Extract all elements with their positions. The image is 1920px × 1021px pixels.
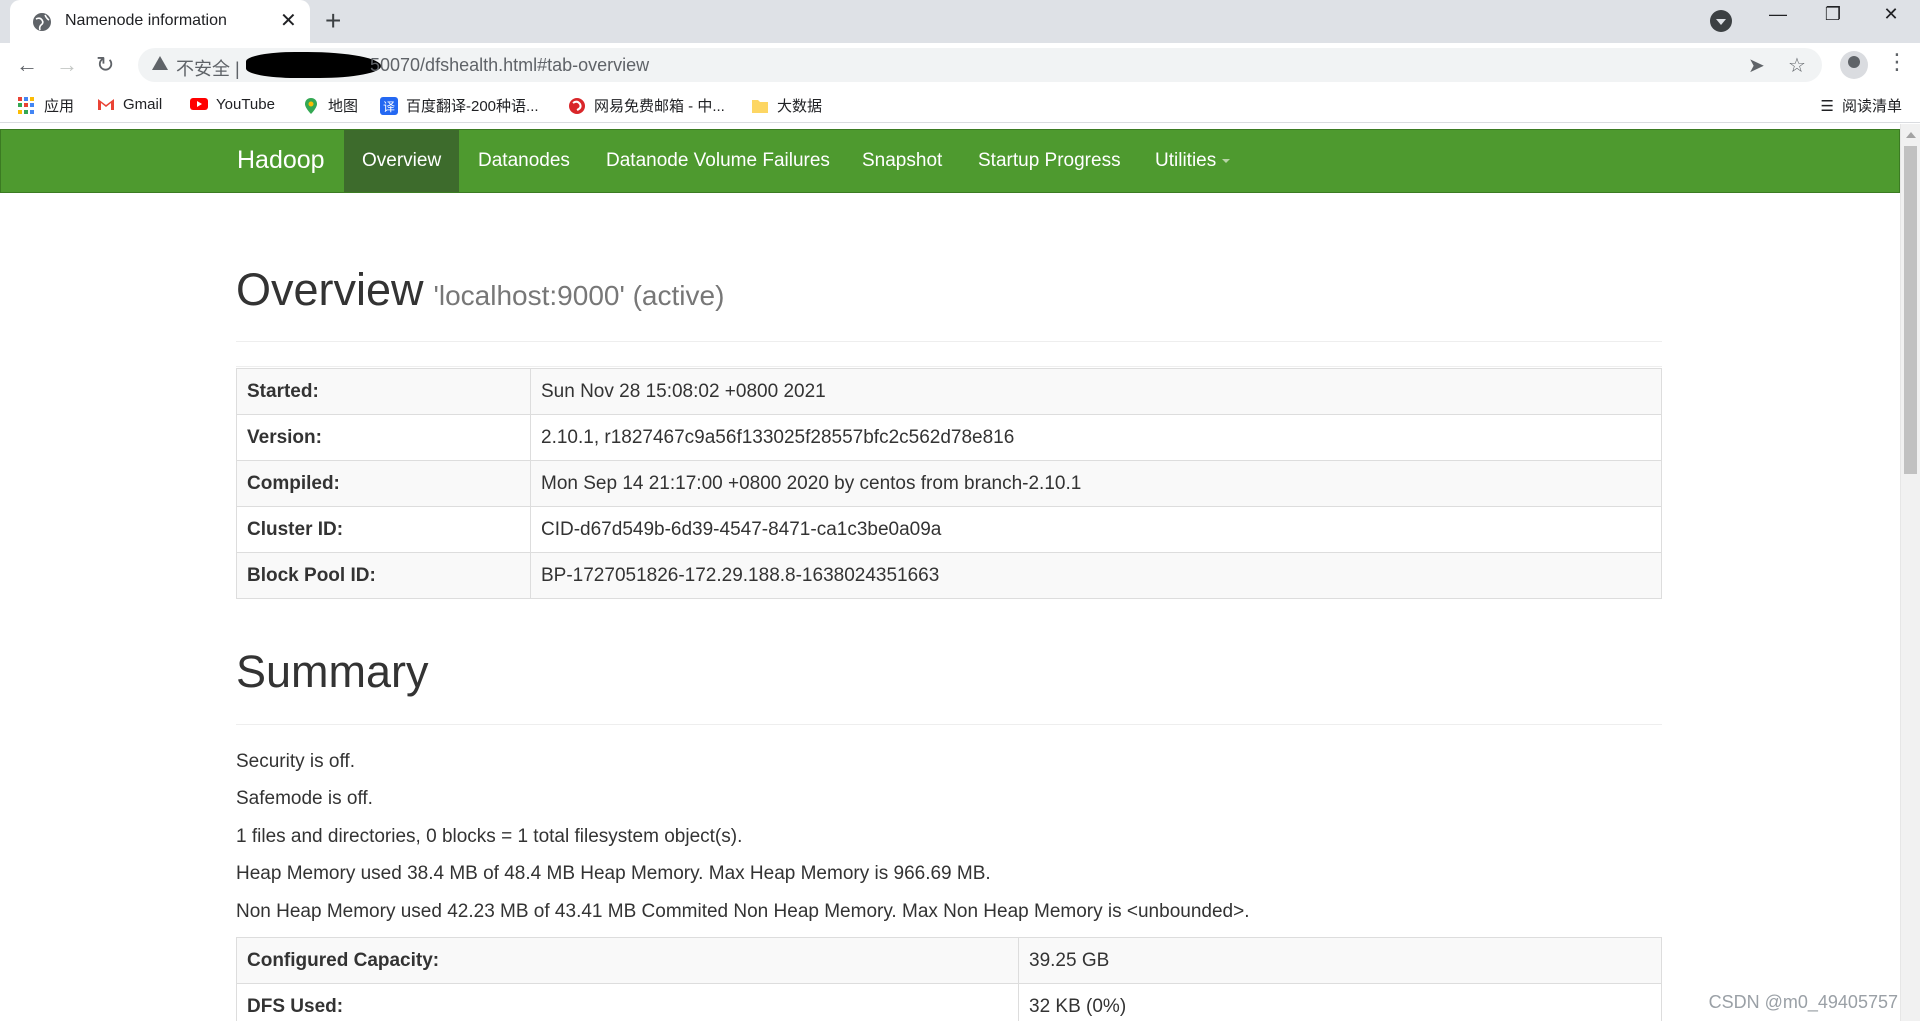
overview-row: Cluster ID: CID-d67d549b-6d39-4547-8471-c…	[236, 506, 1662, 553]
bookmark-label: YouTube	[216, 95, 275, 113]
overview-row: Started: Sun Nov 28 15:08:02 +0800 2021	[236, 368, 1662, 415]
page-scrollbar[interactable]	[1900, 124, 1920, 1021]
menu-kebab-icon[interactable]: ⋮	[1886, 49, 1908, 75]
send-icon[interactable]: ➤	[1748, 53, 1765, 78]
summary-row: DFS Used: 32 KB (0%)	[236, 983, 1662, 1021]
youtube-icon	[190, 98, 208, 110]
nav-snapshot[interactable]: Snapshot	[844, 130, 960, 192]
close-window-button[interactable]: ✕	[1871, 4, 1911, 25]
summary-value: 32 KB (0%)	[1018, 983, 1662, 1021]
bookmark-gmail[interactable]: Gmail	[97, 95, 162, 113]
page-subtitle: 'localhost:9000' (active)	[433, 280, 725, 311]
scroll-thumb[interactable]	[1904, 146, 1917, 474]
forward-button[interactable]: →	[56, 52, 78, 78]
overview-row: Compiled: Mon Sep 14 21:17:00 +0800 2020 …	[236, 460, 1662, 507]
redaction-scribble	[246, 52, 381, 78]
nav-datanode-volume-failures[interactable]: Datanode Volume Failures	[588, 130, 848, 192]
summary-heap-memory: Heap Memory used 38.4 MB of 48.4 MB Heap…	[236, 863, 991, 884]
caret-down-icon	[1222, 158, 1231, 163]
nav-overview[interactable]: Overview	[344, 130, 460, 192]
bookmark-label: Gmail	[123, 95, 163, 113]
overview-table: Started: Sun Nov 28 15:08:02 +0800 2021 Ve…	[236, 368, 1662, 599]
bookmark-baidu-translate[interactable]: 译 百度翻译-200种语...	[380, 95, 539, 116]
svg-text:译: 译	[383, 100, 395, 114]
overview-row: Block Pool ID: BP-1727051826-172.29.188.8…	[236, 552, 1662, 599]
reading-list[interactable]: ☰ 阅读清单	[1821, 95, 1902, 116]
scroll-up-arrow-icon[interactable]	[1906, 132, 1916, 138]
overview-key: Compiled:	[236, 460, 531, 507]
gmail-icon	[98, 99, 114, 110]
browser-tab[interactable]: Namenode information ✕	[10, 0, 310, 43]
bookmark-label: 应用	[44, 98, 75, 115]
summary-non-heap-memory: Non Heap Memory used 42.23 MB of 43.41 M…	[236, 901, 1250, 922]
overview-value: Sun Nov 28 15:08:02 +0800 2021	[530, 368, 1662, 415]
summary-value: 39.25 GB	[1018, 937, 1662, 984]
tab-search-icon[interactable]	[1710, 10, 1732, 32]
minimize-button[interactable]: —	[1758, 4, 1798, 25]
reading-list-icon: ☰	[1820, 97, 1834, 115]
overview-value: 2.10.1, r1827467c9a56f133025f28557bfc2c5…	[530, 414, 1662, 461]
bookmark-label: 网易免费邮箱 - 中...	[594, 98, 725, 115]
reload-button[interactable]: ↻	[96, 52, 114, 78]
overview-value: Mon Sep 14 21:17:00 +0800 2020 by centos…	[530, 460, 1662, 507]
header-divider	[236, 341, 1662, 342]
summary-filesystem-objects: 1 files and directories, 0 blocks = 1 to…	[236, 826, 743, 847]
brand-logo[interactable]: Hadoop	[237, 146, 325, 175]
address-bar[interactable]: 不安全 | 50070/dfshealth.html#tab-overview …	[138, 48, 1822, 82]
overview-row: Version: 2.10.1, r1827467c9a56f133025f285…	[236, 414, 1662, 461]
nav-utilities-label: Utilities	[1155, 150, 1217, 171]
new-tab-button[interactable]: +	[325, 5, 341, 37]
security-label: 不安全 |	[176, 59, 240, 79]
profile-avatar-icon[interactable]	[1840, 51, 1868, 79]
summary-safemode: Safemode is off.	[236, 788, 373, 809]
warning-icon	[152, 56, 168, 70]
back-button[interactable]: ←	[16, 52, 38, 78]
restore-button[interactable]: ❐	[1813, 4, 1853, 25]
summary-table: Configured Capacity: 39.25 GB DFS Used: 32 …	[236, 937, 1662, 1021]
tab-strip: Namenode information ✕ + — ❐ ✕	[0, 0, 1920, 43]
summary-security: Security is off.	[236, 751, 355, 772]
bookmark-maps[interactable]: 地图	[302, 95, 358, 116]
hadoop-navbar: Hadoop Overview Datanodes Datanode Volum…	[0, 129, 1900, 193]
bookmark-label: 地图	[328, 98, 359, 115]
overview-key: Version:	[236, 414, 531, 461]
netease-mail-icon	[569, 97, 585, 114]
tab-close-icon[interactable]: ✕	[280, 8, 297, 33]
summary-divider	[236, 724, 1662, 725]
page-title: Overview 'localhost:9000' (active)	[236, 264, 724, 316]
overview-value: CID-d67d549b-6d39-4547-8471-ca1c3be0a09a	[530, 506, 1662, 553]
apps-icon	[18, 96, 36, 115]
overview-value: BP-1727051826-172.29.188.8-1638024351663	[530, 552, 1662, 599]
reading-list-label: 阅读清单	[1841, 98, 1902, 115]
translate-icon: 译	[380, 96, 398, 115]
bookmark-netease-mail[interactable]: 网易免费邮箱 - 中...	[568, 95, 725, 116]
summary-title: Summary	[236, 646, 429, 697]
summary-key: DFS Used:	[236, 983, 1019, 1021]
summary-key: Configured Capacity:	[236, 937, 1019, 984]
bookmark-label: 百度翻译-200种语...	[406, 98, 539, 115]
bookmarks-bar: 应用 Gmail YouTube 地图 译 百度翻译-200种语... 网易免费…	[0, 87, 1920, 123]
overview-key: Started:	[236, 368, 531, 415]
bookmark-bigdata-folder[interactable]: 大数据	[751, 95, 822, 116]
tab-title: Namenode information	[65, 12, 227, 29]
url-text[interactable]: 50070/dfshealth.html#tab-overview	[370, 55, 649, 76]
csdn-watermark: CSDN @m0_49405757	[1708, 992, 1898, 1012]
page-title-text: Overview	[236, 264, 424, 315]
overview-key: Block Pool ID:	[236, 552, 531, 599]
maps-icon	[305, 97, 317, 114]
page-viewport: Hadoop Overview Datanodes Datanode Volum…	[0, 124, 1900, 1021]
nav-startup-progress[interactable]: Startup Progress	[960, 130, 1139, 192]
bookmark-youtube[interactable]: YouTube	[190, 95, 275, 113]
browser-toolbar: ← → ↻ 不安全 | 50070/dfshealth.html#tab-ove…	[0, 43, 1920, 87]
globe-icon	[33, 13, 51, 31]
summary-row: Configured Capacity: 39.25 GB	[236, 937, 1662, 984]
nav-datanodes[interactable]: Datanodes	[460, 130, 588, 192]
nav-utilities[interactable]: Utilities	[1137, 130, 1248, 192]
bookmark-star-icon[interactable]: ☆	[1788, 53, 1806, 78]
folder-icon	[752, 99, 768, 113]
bookmark-label: 大数据	[777, 98, 823, 115]
overview-key: Cluster ID:	[236, 506, 531, 553]
bookmark-apps[interactable]: 应用	[18, 95, 74, 116]
